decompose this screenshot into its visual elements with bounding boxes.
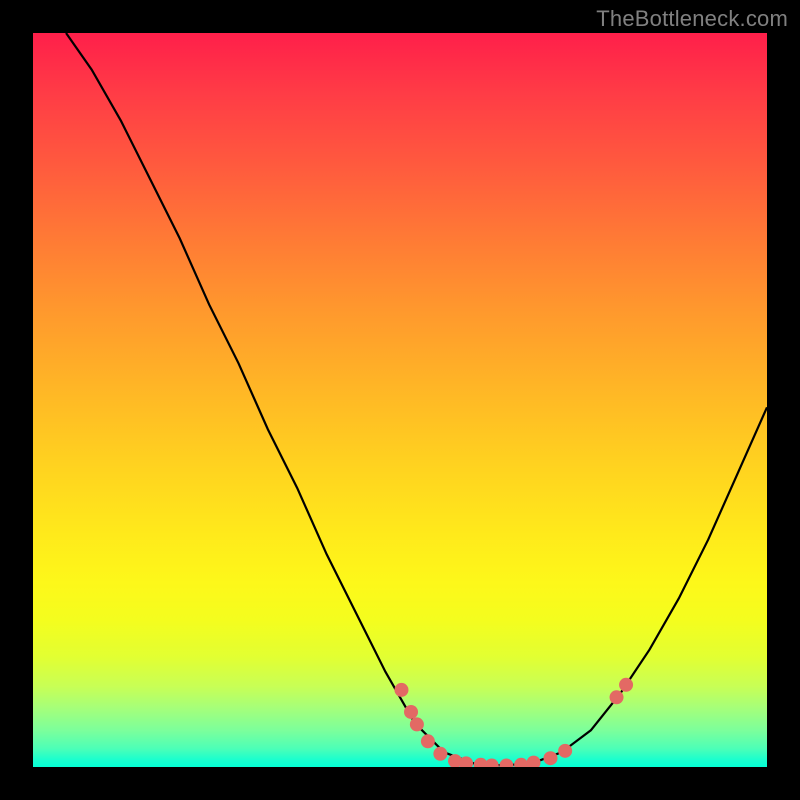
data-point xyxy=(394,683,408,697)
bottleneck-curve xyxy=(66,33,767,766)
data-point xyxy=(610,690,624,704)
data-point xyxy=(485,759,499,767)
data-point xyxy=(543,751,557,765)
watermark-text: TheBottleneck.com xyxy=(596,6,788,32)
data-point xyxy=(499,759,513,767)
data-point xyxy=(410,717,424,731)
data-point xyxy=(433,747,447,761)
chart-svg xyxy=(33,33,767,767)
data-point xyxy=(558,744,572,758)
chart-plot-area xyxy=(33,33,767,767)
data-point xyxy=(514,758,528,767)
data-point xyxy=(404,705,418,719)
data-point xyxy=(421,734,435,748)
data-point xyxy=(619,678,633,692)
data-point xyxy=(527,756,541,767)
